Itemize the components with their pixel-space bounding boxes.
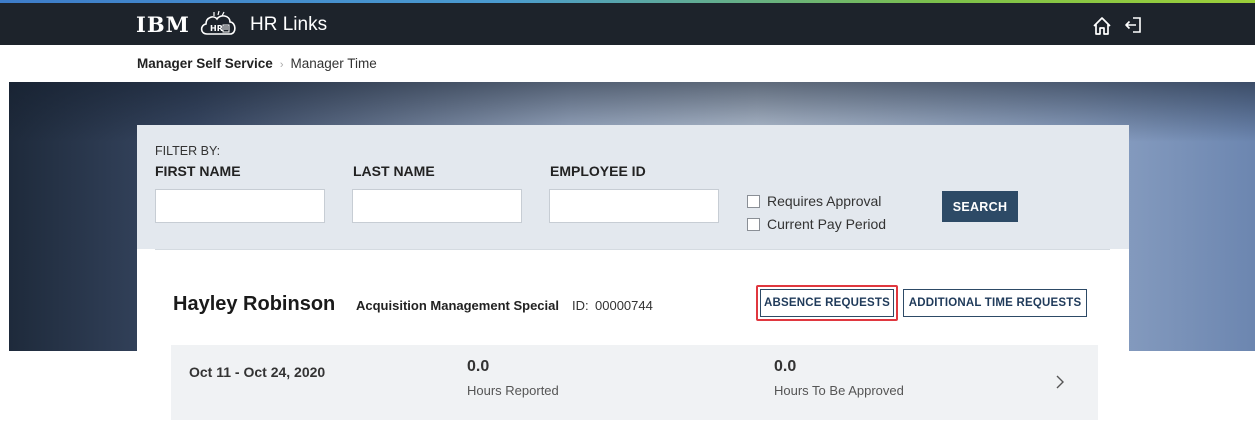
employee-name: Hayley Robinson: [173, 293, 336, 315]
requires-approval-checkbox[interactable]: [747, 194, 760, 208]
home-icon[interactable]: [1092, 16, 1112, 36]
employee-department: Acquisition Management Special: [356, 298, 559, 313]
hours-reported-value: 0.0: [467, 358, 490, 375]
hours-to-approve-label: Hours To Be Approved: [774, 383, 904, 398]
additional-time-requests-button[interactable]: ADDITIONAL TIME REQUESTS: [903, 289, 1087, 317]
pay-period-range: Oct 11 - Oct 24, 2020: [189, 364, 326, 380]
employee-id-label: EMPLOYEE ID: [550, 163, 646, 179]
requires-approval-option[interactable]: Requires Approval: [747, 193, 881, 209]
breadcrumb-manager-self-service[interactable]: Manager Self Service: [137, 56, 273, 71]
top-nav-bar: IBM HR HR Links: [0, 3, 1255, 45]
first-name-input[interactable]: [155, 189, 325, 223]
last-name-label: LAST NAME: [353, 163, 435, 179]
current-pay-period-label: Current Pay Period: [767, 216, 887, 232]
breadcrumb: Manager Self Service › Manager Time: [137, 56, 377, 71]
svg-text:HR: HR: [210, 24, 223, 33]
hours-to-approve-value: 0.0: [774, 358, 797, 375]
pay-period-row[interactable]: Oct 11 - Oct 24, 2020 0.0 Hours Reported…: [171, 345, 1098, 420]
hours-reported-label: Hours Reported: [467, 383, 559, 398]
app-title: HR Links: [250, 14, 328, 35]
employee-id-input[interactable]: [549, 189, 719, 223]
employee-id-prefix: ID:: [572, 298, 589, 313]
chevron-right-icon[interactable]: [1054, 373, 1066, 391]
last-name-input[interactable]: [352, 189, 522, 223]
hr-cloud-icon: HR: [200, 10, 236, 35]
current-pay-period-option[interactable]: Current Pay Period: [747, 216, 886, 232]
search-button[interactable]: SEARCH: [942, 191, 1018, 222]
filter-title: FILTER BY:: [155, 144, 221, 158]
first-name-label: FIRST NAME: [155, 163, 241, 179]
employee-id-value: 00000744: [595, 298, 653, 313]
employee-card: Hayley Robinson Acquisition Management S…: [137, 249, 1129, 438]
breadcrumb-manager-time: Manager Time: [290, 56, 377, 71]
logout-icon[interactable]: [1124, 16, 1142, 34]
requires-approval-label: Requires Approval: [767, 193, 882, 209]
absence-requests-button[interactable]: ABSENCE REQUESTS: [760, 289, 894, 317]
breadcrumb-separator-icon: ›: [279, 59, 284, 71]
filter-panel: FILTER BY: FIRST NAME LAST NAME EMPLOYEE…: [137, 125, 1129, 249]
current-pay-period-checkbox[interactable]: [747, 217, 760, 231]
card-divider: [155, 249, 1110, 250]
ibm-logo: IBM: [136, 12, 190, 37]
